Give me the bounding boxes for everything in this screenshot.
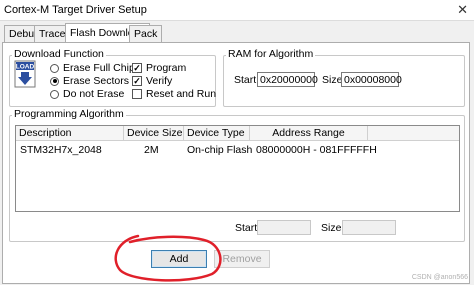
programming-group-title: Programming Algorithm <box>12 108 126 120</box>
checkbox[interactable]: ✓ <box>132 63 142 73</box>
radio-label: Erase Sectors <box>63 75 129 87</box>
algorithm-start-field[interactable] <box>257 220 311 235</box>
checkbox[interactable] <box>132 89 142 99</box>
algorithm-size-label: Size: <box>321 222 345 234</box>
title-bar: Cortex-M Target Driver Setup ✕ <box>0 0 474 21</box>
radio-button[interactable] <box>50 76 59 86</box>
check-reset-and-run[interactable]: Reset and Run <box>132 88 216 100</box>
download-function-group: Download Function LOAD Erase Full Chip E… <box>9 48 216 107</box>
ram-group-title: RAM for Algorithm <box>226 48 316 60</box>
radio-erase-full-chip[interactable]: Erase Full Chip <box>50 62 135 74</box>
radio-do-not-erase[interactable]: Do not Erase <box>50 88 124 100</box>
download-function-title: Download Function <box>12 48 106 60</box>
load-icon: LOAD <box>14 60 36 88</box>
column-header-description[interactable]: Description <box>16 126 124 140</box>
cell-address-range: 08000000H - 081FFFFFH <box>256 144 377 156</box>
algorithm-size-field[interactable] <box>342 220 396 235</box>
cell-description: STM32H7x_2048 <box>20 144 102 156</box>
checkbox-label: Reset and Run <box>146 88 217 100</box>
ram-size-field[interactable]: 0x00008000 <box>341 72 402 87</box>
radio-button[interactable] <box>50 89 59 99</box>
svg-text:LOAD: LOAD <box>16 64 35 71</box>
flash-download-panel: Download Function LOAD Erase Full Chip E… <box>2 42 470 284</box>
column-header-device-size[interactable]: Device Size <box>124 126 184 140</box>
window-title: Cortex-M Target Driver Setup <box>4 4 147 16</box>
cell-device-type: On-chip Flash <box>187 144 253 156</box>
column-header-address-range[interactable]: Address Range <box>250 126 368 140</box>
add-button[interactable]: Add <box>151 250 207 268</box>
check-program[interactable]: ✓ Program <box>132 62 186 74</box>
radio-button[interactable] <box>50 63 59 73</box>
radio-label: Do not Erase <box>63 88 125 100</box>
radio-label: Erase Full Chip <box>63 62 135 74</box>
ram-start-label: Start: <box>234 74 260 86</box>
algorithm-table: Description Device Size Device Type Addr… <box>15 125 460 212</box>
tab-pack[interactable]: Pack <box>129 25 163 42</box>
watermark: CSDN @anon566 <box>411 274 468 281</box>
radio-erase-sectors[interactable]: Erase Sectors <box>50 75 129 87</box>
check-verify[interactable]: ✓ Verify <box>132 75 172 87</box>
cell-device-size: 2M <box>144 144 159 156</box>
ram-start-field[interactable]: 0x20000000 <box>257 72 318 87</box>
column-header-device-type[interactable]: Device Type <box>184 126 250 140</box>
table-header: Description Device Size Device Type Addr… <box>16 126 459 141</box>
close-icon[interactable]: ✕ <box>457 2 468 18</box>
remove-button[interactable]: Remove <box>214 250 270 268</box>
ram-for-algorithm-group: RAM for Algorithm Start: 0x20000000 Size… <box>223 48 465 107</box>
checkbox-label: Program <box>146 62 187 74</box>
checkbox[interactable]: ✓ <box>132 76 142 86</box>
checkbox-label: Verify <box>146 75 173 87</box>
